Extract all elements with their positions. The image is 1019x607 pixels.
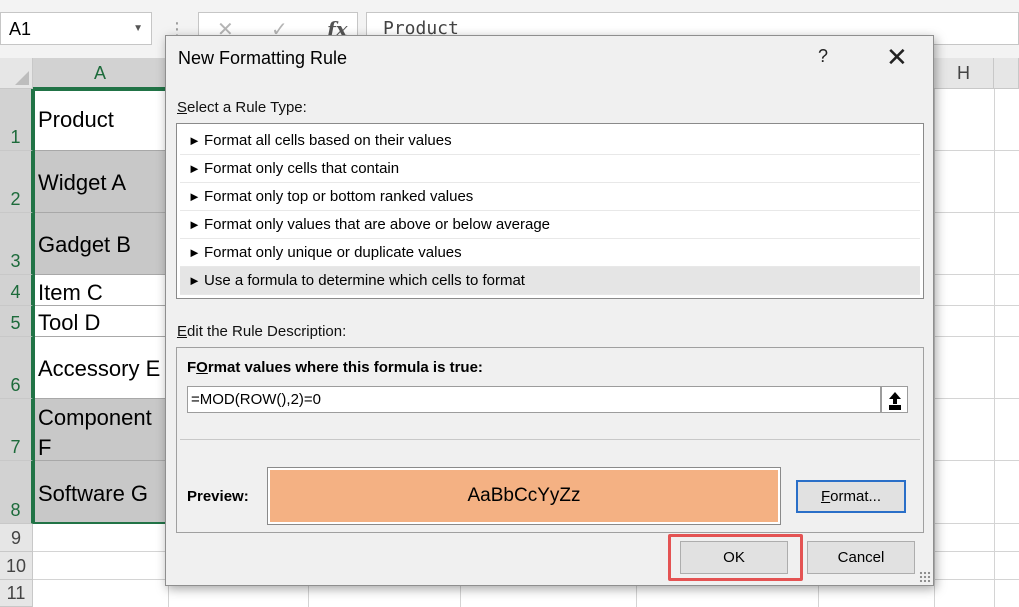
cancel-button[interactable]: Cancel (807, 541, 915, 574)
arrow-right-icon: ► (188, 245, 201, 260)
name-box-value: A1 (9, 19, 32, 39)
arrow-right-icon: ► (188, 189, 201, 204)
edit-description-label: Edit the Rule Description: (177, 323, 347, 340)
cell-a4[interactable]: Item C (33, 275, 167, 306)
cell-a5[interactable]: Tool D (33, 306, 167, 337)
column-header-next[interactable] (994, 58, 1019, 89)
ok-button[interactable]: OK (680, 541, 788, 574)
rule-item-top-bottom[interactable]: ► Format only top or bottom ranked values (180, 183, 920, 211)
row-header-9[interactable]: 9 (0, 524, 33, 552)
rule-item-all-cells[interactable]: ► Format all cells based on their values (180, 127, 920, 155)
format-preview: AaBbCcYyZz (267, 467, 781, 525)
cell-a8[interactable]: Software G (33, 461, 167, 524)
divider (180, 439, 920, 440)
preview-label: Preview: (187, 488, 249, 505)
close-icon[interactable]: ✕ (886, 42, 908, 73)
row-header-11[interactable]: 11 (0, 580, 33, 607)
collapse-dialog-icon[interactable] (881, 386, 908, 413)
new-formatting-rule-dialog: New Formatting Rule ? ✕ Select a Rule Ty… (165, 35, 934, 586)
row-header-5[interactable]: 5 (0, 306, 33, 337)
dialog-title: New Formatting Rule (178, 48, 348, 68)
resize-grip-icon[interactable] (919, 571, 931, 583)
rule-item-above-below-average[interactable]: ► Format only values that are above or be… (180, 211, 920, 239)
row-header-6[interactable]: 6 (0, 337, 33, 399)
formula-label: FOrmat values where this formula is true… (187, 359, 483, 376)
arrow-right-icon: ► (188, 273, 201, 288)
select-all-corner[interactable] (0, 58, 33, 89)
row-header-8[interactable]: 8 (0, 461, 33, 524)
cell-a6[interactable]: Accessory E (33, 337, 167, 399)
row-header-3[interactable]: 3 (0, 213, 33, 275)
row-header-4[interactable]: 4 (0, 275, 33, 306)
column-gridline (818, 586, 819, 607)
arrow-right-icon: ► (188, 161, 201, 176)
column-gridline (994, 89, 995, 607)
rule-item-unique-duplicate[interactable]: ► Format only unique or duplicate values (180, 239, 920, 267)
arrow-right-icon: ► (188, 133, 201, 148)
help-icon[interactable]: ? (818, 46, 828, 67)
preview-text: AaBbCcYyZz (270, 470, 778, 522)
row-header-7[interactable]: 7 (0, 399, 33, 461)
format-button[interactable]: Format... (796, 480, 906, 513)
rule-item-cells-contain[interactable]: ► Format only cells that contain (180, 155, 920, 183)
cell-a2[interactable]: Widget A (33, 151, 167, 213)
row-header-10[interactable]: 10 (0, 552, 33, 580)
cell-a7[interactable]: Component F (33, 399, 167, 461)
formula-input[interactable]: =MOD(ROW(),2)=0 (187, 386, 881, 413)
rule-type-list[interactable]: ► Format all cells based on their values … (176, 123, 924, 299)
column-gridline (636, 586, 637, 607)
arrow-right-icon: ► (188, 217, 201, 232)
column-gridline (308, 586, 309, 607)
column-gridline (460, 586, 461, 607)
column-header-h[interactable]: H (934, 58, 994, 89)
name-box[interactable]: A1 ▼ (0, 12, 152, 45)
rule-item-use-formula[interactable]: ► Use a formula to determine which cells … (180, 267, 920, 295)
row-header-2[interactable]: 2 (0, 151, 33, 213)
rule-description-panel: FOrmat values where this formula is true… (176, 347, 924, 533)
chevron-down-icon[interactable]: ▼ (133, 23, 143, 34)
row-header-1[interactable]: 1 (0, 89, 33, 151)
cell-a1[interactable]: Product (33, 89, 167, 151)
column-header-a[interactable]: A (33, 58, 168, 89)
column-gridline (934, 89, 935, 607)
cell-a3[interactable]: Gadget B (33, 213, 167, 275)
rule-type-label: Select a Rule Type: (177, 99, 307, 116)
